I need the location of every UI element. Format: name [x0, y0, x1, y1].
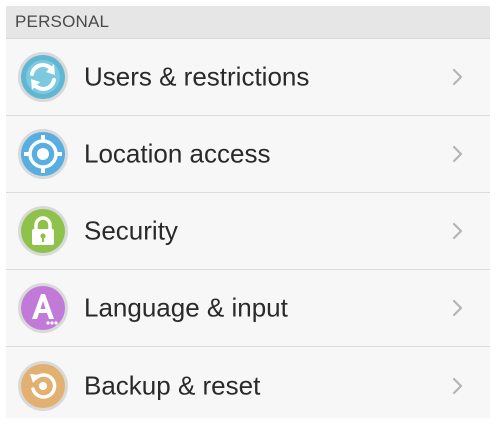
settings-item-backup-reset[interactable]: Backup & reset — [6, 347, 490, 418]
section-title: PERSONAL — [15, 12, 110, 31]
chevron-right-icon — [451, 66, 465, 88]
chevron-right-icon — [451, 220, 465, 242]
settings-item-label: Security — [84, 215, 178, 246]
settings-item-label: Users & restrictions — [84, 61, 310, 92]
settings-item-language-input[interactable]: Language & input — [6, 270, 490, 347]
chevron-right-icon — [451, 143, 465, 165]
settings-item-label: Backup & reset — [84, 370, 261, 400]
settings-item-label: Location access — [84, 138, 271, 169]
settings-item-security[interactable]: Security — [6, 193, 490, 270]
settings-item-label: Language & input — [84, 292, 288, 323]
settings-item-location-access[interactable]: Location access — [6, 116, 490, 193]
language-a-icon — [16, 281, 70, 335]
settings-item-users-restrictions[interactable]: Users & restrictions — [6, 39, 490, 116]
location-icon — [16, 127, 70, 181]
chevron-right-icon — [451, 297, 465, 319]
section-header-personal: PERSONAL — [6, 6, 490, 39]
users-sync-icon — [16, 50, 70, 104]
lock-icon — [16, 204, 70, 258]
settings-panel: PERSONAL Users & restrictions Location a… — [6, 6, 490, 418]
chevron-right-icon — [451, 375, 465, 397]
backup-icon — [16, 359, 70, 413]
